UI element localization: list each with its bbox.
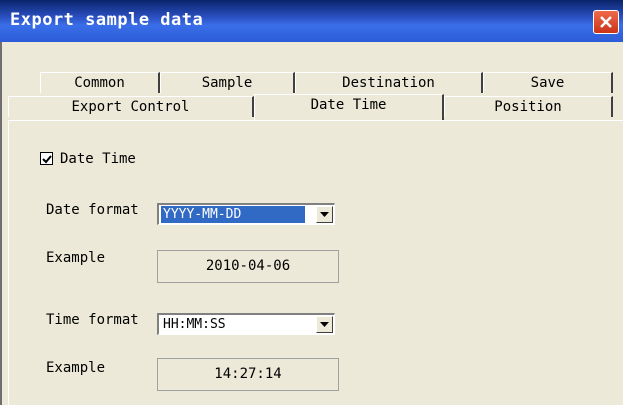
chevron-down-icon	[320, 212, 329, 217]
time-format-select[interactable]: HH:MM:SS	[157, 313, 335, 335]
date-format-dropdown-button[interactable]	[316, 206, 333, 223]
tab-export-control[interactable]: Export Control	[8, 96, 254, 117]
window-title: Export sample data	[10, 10, 204, 30]
panel-left-edge	[8, 120, 9, 405]
checkmark-icon	[42, 155, 52, 164]
tab-position[interactable]: Position	[444, 96, 613, 117]
date-format-label: Date format	[46, 202, 139, 218]
panel-top-edge	[8, 120, 623, 121]
date-format-value: YYYY-MM-DD	[160, 205, 306, 224]
time-format-label: Time format	[46, 312, 139, 328]
window-border	[0, 42, 2, 405]
time-example-value: 14:27:14	[157, 358, 339, 391]
date-time-checkbox[interactable]	[40, 152, 53, 165]
chevron-down-icon	[320, 322, 329, 327]
date-format-select[interactable]: YYYY-MM-DD	[157, 203, 335, 225]
tab-destination[interactable]: Destination	[295, 72, 483, 93]
tab-save[interactable]: Save	[483, 72, 613, 93]
date-example-value: 2010-04-06	[157, 250, 339, 283]
tab-date-time[interactable]: Date Time	[254, 94, 444, 120]
close-icon	[600, 16, 612, 28]
close-button[interactable]	[593, 10, 619, 34]
date-example-label: Example	[46, 250, 106, 266]
date-time-label: Date Time	[60, 151, 136, 167]
title-bar: Export sample data	[0, 0, 623, 42]
time-example-label: Example	[46, 360, 106, 376]
tab-sample[interactable]: Sample	[160, 72, 295, 93]
time-format-value: HH:MM:SS	[163, 317, 226, 332]
tab-common[interactable]: Common	[40, 72, 160, 93]
time-format-dropdown-button[interactable]	[316, 316, 333, 333]
